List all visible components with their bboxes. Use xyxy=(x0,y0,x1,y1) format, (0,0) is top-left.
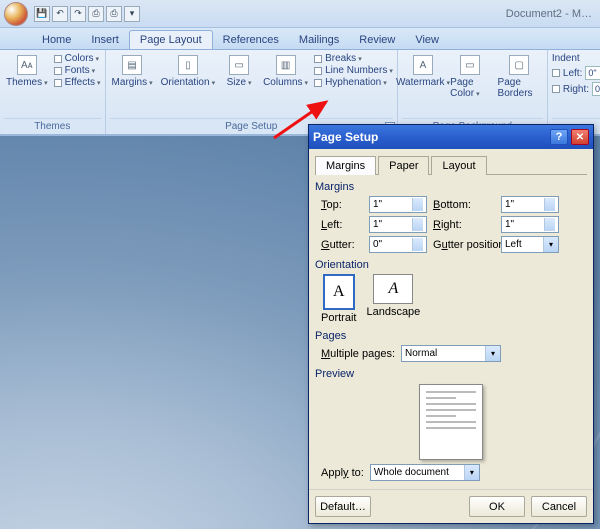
dlg-tab-paper[interactable]: Paper xyxy=(378,156,429,175)
page-setup-dialog: Page Setup ? ✕ Margins Paper Layout Marg… xyxy=(308,124,594,524)
qat-more-icon[interactable]: ▾ xyxy=(124,6,140,22)
bottom-label: Bottom: xyxy=(433,199,495,211)
indent-right-input[interactable]: 0" xyxy=(592,82,600,96)
default-button[interactable]: Default… xyxy=(315,496,371,517)
dlg-tab-layout[interactable]: Layout xyxy=(431,156,486,175)
orientation-section-label: Orientation xyxy=(315,259,587,271)
size-button[interactable]: ▭Size xyxy=(221,53,257,118)
multiple-pages-combo[interactable]: Normal xyxy=(401,345,501,362)
group-paragraph: Indent Left:0" Right:0" Spacing Before:0… xyxy=(548,50,600,134)
ribbon-tabs: Home Insert Page Layout References Maili… xyxy=(0,28,600,50)
gutter-pos-combo[interactable]: Left xyxy=(501,236,559,253)
bottom-input[interactable]: 1" xyxy=(501,196,559,213)
columns-button[interactable]: ▥Columns xyxy=(261,53,310,118)
tab-view[interactable]: View xyxy=(405,31,449,49)
breaks-icon xyxy=(314,55,322,63)
quickprint-icon[interactable]: ⎙ xyxy=(106,6,122,22)
portrait-icon: A xyxy=(323,274,355,310)
help-button[interactable]: ? xyxy=(550,129,568,145)
right-label: Right: xyxy=(433,219,495,231)
dlg-tab-margins[interactable]: Margins xyxy=(315,156,376,175)
dialog-titlebar[interactable]: Page Setup ? ✕ xyxy=(309,125,593,149)
indent-left-input[interactable]: 0" xyxy=(585,66,600,80)
top-input[interactable]: 1" xyxy=(369,196,427,213)
apply-to-combo[interactable]: Whole document xyxy=(370,464,480,481)
effects-button[interactable]: Effects xyxy=(54,77,101,88)
effects-icon xyxy=(54,79,62,87)
group-page-background: AWatermark ▭Page Color ▢Page Borders Pag… xyxy=(398,50,548,134)
hyphenation-icon xyxy=(314,79,322,87)
right-input[interactable]: 1" xyxy=(501,216,559,233)
dialog-title: Page Setup xyxy=(313,130,378,144)
landscape-icon: A xyxy=(373,274,413,304)
indent-left-icon xyxy=(552,69,560,77)
preview-thumbnail xyxy=(419,384,483,460)
indent-right-icon xyxy=(552,85,560,93)
fonts-icon xyxy=(54,67,62,75)
breaks-button[interactable]: Breaks xyxy=(314,53,393,64)
document-title: Document2 - M… xyxy=(506,8,596,20)
group-page-setup: ▤Margins ▯Orientation ▭Size ▥Columns Bre… xyxy=(106,50,398,134)
undo-icon[interactable]: ↶ xyxy=(52,6,68,22)
watermark-button[interactable]: AWatermark xyxy=(402,53,444,118)
tab-page-layout[interactable]: Page Layout xyxy=(129,30,213,49)
office-button[interactable] xyxy=(4,2,28,26)
tab-mailings[interactable]: Mailings xyxy=(289,31,349,49)
title-bar: 💾 ↶ ↷ ⎙ ⎙ ▾ Document2 - M… xyxy=(0,0,600,28)
page-color-icon: ▭ xyxy=(460,55,480,75)
page-borders-icon: ▢ xyxy=(509,55,529,75)
size-icon: ▭ xyxy=(229,55,249,75)
margins-section-label: Margins xyxy=(315,181,587,193)
page-borders-button[interactable]: ▢Page Borders xyxy=(496,53,543,118)
cancel-button[interactable]: Cancel xyxy=(531,496,587,517)
hyphenation-button[interactable]: Hyphenation xyxy=(314,77,393,88)
orientation-portrait[interactable]: A Portrait xyxy=(321,274,356,324)
gutter-pos-label: Gutter position: xyxy=(433,239,495,251)
left-input[interactable]: 1" xyxy=(369,216,427,233)
redo-icon[interactable]: ↷ xyxy=(70,6,86,22)
apply-to-label: Apply to: xyxy=(321,467,364,479)
indent-heading: Indent xyxy=(552,53,600,64)
tab-home[interactable]: Home xyxy=(32,31,81,49)
margins-icon: ▤ xyxy=(122,55,142,75)
multiple-pages-label: Multiple pages: xyxy=(321,348,395,360)
ok-button[interactable]: OK xyxy=(469,496,525,517)
dialog-footer: Default… OK Cancel xyxy=(309,489,593,523)
gutter-input[interactable]: 0" xyxy=(369,236,427,253)
margins-button[interactable]: ▤Margins xyxy=(110,53,155,118)
themes-label: Themes xyxy=(6,77,48,88)
save-icon[interactable]: 💾 xyxy=(34,6,50,22)
page-color-button[interactable]: ▭Page Color xyxy=(448,53,491,118)
tab-insert[interactable]: Insert xyxy=(81,31,129,49)
themes-button[interactable]: Aᴀ Themes xyxy=(4,53,50,118)
columns-icon: ▥ xyxy=(276,55,296,75)
gutter-label: Gutter: xyxy=(321,239,363,251)
print-icon[interactable]: ⎙ xyxy=(88,6,104,22)
group-label-themes: Themes xyxy=(4,118,101,134)
tab-review[interactable]: Review xyxy=(349,31,405,49)
tab-references[interactable]: References xyxy=(213,31,289,49)
colors-button[interactable]: Colors xyxy=(54,53,101,64)
left-label: Left: xyxy=(321,219,363,231)
themes-icon: Aᴀ xyxy=(17,55,37,75)
orientation-button[interactable]: ▯Orientation xyxy=(159,53,217,118)
line-numbers-icon xyxy=(314,67,322,75)
pages-section-label: Pages xyxy=(315,330,587,342)
dialog-tabs: Margins Paper Layout xyxy=(315,155,587,175)
colors-icon xyxy=(54,55,62,63)
preview-section-label: Preview xyxy=(315,368,587,380)
close-button[interactable]: ✕ xyxy=(571,129,589,145)
orientation-icon: ▯ xyxy=(178,55,198,75)
top-label: Top: xyxy=(321,199,363,211)
fonts-button[interactable]: Fonts xyxy=(54,65,101,76)
group-themes: Aᴀ Themes Colors Fonts Effects Themes xyxy=(0,50,106,134)
line-numbers-button[interactable]: Line Numbers xyxy=(314,65,393,76)
watermark-icon: A xyxy=(413,55,433,75)
orientation-landscape[interactable]: A Landscape xyxy=(366,274,420,324)
quick-access-toolbar: 💾 ↶ ↷ ⎙ ⎙ ▾ xyxy=(34,6,140,22)
